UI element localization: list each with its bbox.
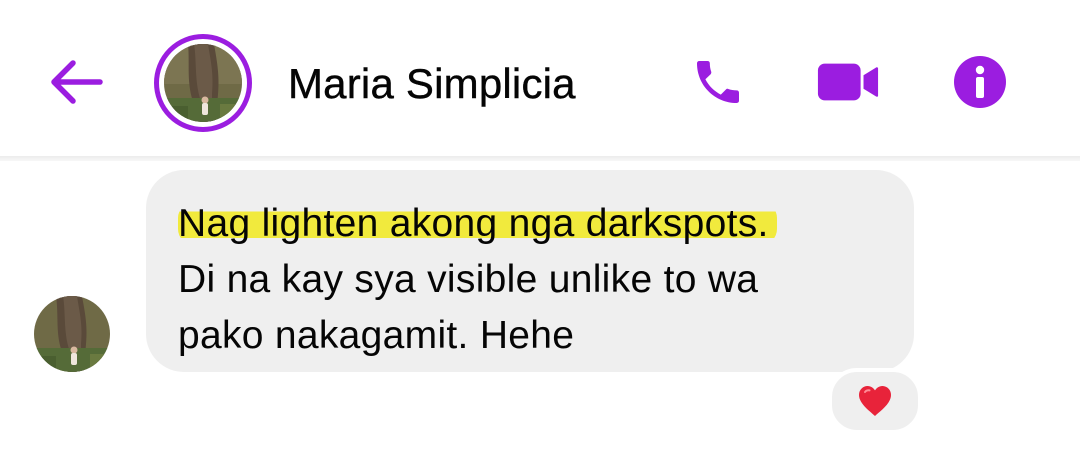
chat-screen: Maria Simplicia Nag lighten akong nga da… [0,0,1080,458]
avatar-photo [164,44,242,122]
contact-name[interactable]: Maria Simplicia [288,58,576,110]
contact-avatar[interactable] [154,34,252,132]
chat-header: Maria Simplicia [0,0,1080,158]
info-icon [954,56,1006,108]
back-button[interactable] [48,56,106,108]
voice-call-button[interactable] [686,52,750,112]
video-camera-icon [817,63,879,101]
reaction-badge[interactable] [828,368,922,434]
highlighted-text: Nag lighten akong nga darkspots. [178,202,777,245]
message-line: Di na kay sya visible unlike to wa [178,258,759,301]
message-line: Nag lighten akong nga darkspots. [178,196,884,252]
sender-avatar[interactable] [34,296,110,372]
phone-icon [697,61,739,103]
message-line: pako nakagamit. Hehe [178,314,575,357]
video-call-button[interactable] [816,52,880,112]
message-bubble[interactable]: Nag lighten akong nga darkspots. Di na k… [146,170,914,372]
conversation-info-button[interactable] [948,52,1012,112]
arrow-left-icon [51,60,103,104]
heart-icon [859,386,891,416]
header-divider [0,156,1080,161]
